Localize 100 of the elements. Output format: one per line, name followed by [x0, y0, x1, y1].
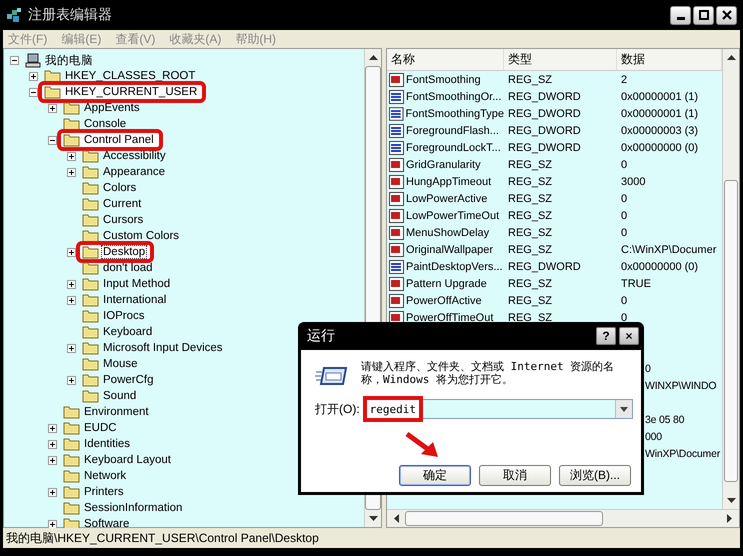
- expander-icon[interactable]: [67, 168, 76, 176]
- value-name[interactable]: FontSmoothingOr...: [406, 90, 502, 102]
- expander-icon[interactable]: [67, 376, 76, 384]
- value-name[interactable]: ForegroundLockT...: [406, 142, 501, 154]
- folder-icon: [63, 133, 80, 147]
- value-type: REG_DWORD: [507, 90, 582, 102]
- value-type: REG_DWORD: [507, 124, 582, 136]
- expander-icon[interactable]: [48, 104, 57, 112]
- folder-icon: [63, 117, 80, 131]
- maximize-icon: [698, 10, 708, 20]
- command-combobox[interactable]: regedit: [366, 399, 633, 419]
- dialog-button[interactable]: 取消: [479, 465, 551, 486]
- tree-item[interactable]: don't load: [102, 262, 154, 274]
- vertical-scrollbar[interactable]: [722, 49, 739, 509]
- expander-icon[interactable]: [67, 248, 76, 256]
- tree-item[interactable]: Printers: [83, 486, 125, 498]
- tree-item[interactable]: Mouse: [102, 358, 139, 370]
- expander-icon[interactable]: [67, 296, 76, 304]
- tree-item[interactable]: Console: [83, 118, 128, 130]
- tree-item[interactable]: Input Method: [102, 278, 172, 290]
- tree-item[interactable]: Keyboard Layout: [83, 454, 172, 466]
- tree-item[interactable]: Appearance: [102, 166, 166, 178]
- tree-item[interactable]: PowerCfg: [102, 374, 154, 386]
- string-value-icon: [389, 242, 404, 256]
- value-data: 0x00000001 (1): [620, 90, 700, 102]
- expander-icon[interactable]: [48, 520, 57, 528]
- tree-item[interactable]: HKEY_CLASSES_ROOT: [64, 70, 196, 82]
- expander-icon[interactable]: [48, 488, 57, 496]
- column-header[interactable]: 名称: [387, 49, 504, 70]
- window-title: 注册表编辑器: [28, 6, 112, 24]
- value-name[interactable]: Pattern Upgrade: [406, 278, 487, 290]
- tree-item[interactable]: AppEvents: [83, 102, 141, 114]
- value-data: 0: [620, 158, 628, 170]
- tree-item[interactable]: IOProcs: [102, 310, 146, 322]
- expander-icon[interactable]: [10, 56, 19, 64]
- dialog-button[interactable]: 确定: [399, 465, 471, 486]
- tree-item[interactable]: EUDC: [83, 422, 118, 434]
- tree-item[interactable]: Sound: [102, 390, 138, 402]
- expander-icon[interactable]: [48, 440, 57, 448]
- value-name[interactable]: HungAppTimeout: [406, 176, 492, 188]
- tree-item[interactable]: Desktop: [101, 245, 148, 259]
- value-name[interactable]: OriginalWallpaper: [406, 244, 494, 256]
- value-name[interactable]: GridGranularity: [406, 158, 481, 170]
- value-name[interactable]: FontSmoothingType: [406, 108, 504, 120]
- dropdown-button[interactable]: [615, 400, 632, 418]
- tree-item[interactable]: Software: [83, 518, 130, 530]
- tree-item[interactable]: Keyboard: [102, 326, 154, 338]
- value-name[interactable]: PowerOffActive: [406, 294, 482, 306]
- expander-icon[interactable]: [29, 72, 38, 80]
- value-name[interactable]: FontSmoothing: [406, 74, 481, 86]
- tree-item[interactable]: Microsoft Input Devices: [102, 342, 224, 354]
- help-button[interactable]: ?: [596, 327, 616, 345]
- dialog-button[interactable]: 浏览(B)...: [559, 465, 631, 486]
- tree-item[interactable]: Current: [102, 198, 142, 210]
- annotation-arrow: [405, 432, 439, 458]
- folder-icon: [44, 85, 61, 99]
- tree-item[interactable]: Colors: [102, 182, 138, 194]
- minimize-button[interactable]: [670, 6, 691, 24]
- value-name[interactable]: LowPowerActive: [406, 192, 488, 204]
- tree-item[interactable]: SessionInformation: [83, 502, 184, 514]
- tree-item[interactable]: 我的电脑: [44, 52, 94, 68]
- value-name[interactable]: PowerOffTimeOut: [406, 312, 494, 324]
- value-name[interactable]: LowPowerTimeOut: [406, 210, 500, 222]
- expander-icon[interactable]: [67, 344, 76, 352]
- dialog-title: 运行: [307, 327, 335, 345]
- scrollbar-thumb[interactable]: [724, 180, 738, 482]
- down-arrow-icon: [726, 498, 736, 504]
- tree-item[interactable]: Cursors: [102, 214, 144, 226]
- expander-icon[interactable]: [48, 136, 57, 144]
- expander-icon[interactable]: [67, 152, 76, 160]
- value-type: REG_SZ: [507, 294, 554, 306]
- folder-icon: [82, 309, 99, 323]
- close-icon: [722, 10, 732, 20]
- command-input[interactable]: regedit: [366, 400, 420, 418]
- string-value-icon: [389, 174, 404, 188]
- up-arrow-icon: [726, 54, 736, 60]
- tree-item[interactable]: Network: [83, 470, 128, 482]
- close-button[interactable]: [716, 6, 737, 24]
- folder-icon: [82, 181, 99, 195]
- horizontal-scrollbar[interactable]: [387, 509, 739, 527]
- tree-item[interactable]: Custom Colors: [102, 230, 180, 242]
- value-data: 2: [620, 74, 628, 86]
- value-name[interactable]: PaintDesktopVers...: [406, 260, 503, 272]
- binary-value-icon: [389, 260, 404, 274]
- maximize-button[interactable]: [693, 6, 714, 24]
- tree-item[interactable]: International: [102, 294, 168, 306]
- close-button[interactable]: ×: [619, 327, 639, 345]
- expander-icon[interactable]: [48, 424, 57, 432]
- column-header[interactable]: 类型: [504, 49, 617, 70]
- down-arrow-icon: [368, 516, 378, 522]
- tree-item[interactable]: Accessibility: [102, 150, 167, 162]
- value-name[interactable]: ForegroundFlash...: [406, 124, 499, 136]
- value-data: 0x00000000 (0): [620, 142, 700, 154]
- expander-icon[interactable]: [48, 456, 57, 464]
- value-name[interactable]: MenuShowDelay: [406, 226, 490, 238]
- tree-item[interactable]: Identities: [83, 438, 132, 450]
- expander-icon[interactable]: [29, 88, 38, 96]
- scrollbar-thumb[interactable]: [405, 511, 603, 526]
- tree-item[interactable]: Environment: [83, 406, 150, 418]
- expander-icon[interactable]: [67, 280, 76, 288]
